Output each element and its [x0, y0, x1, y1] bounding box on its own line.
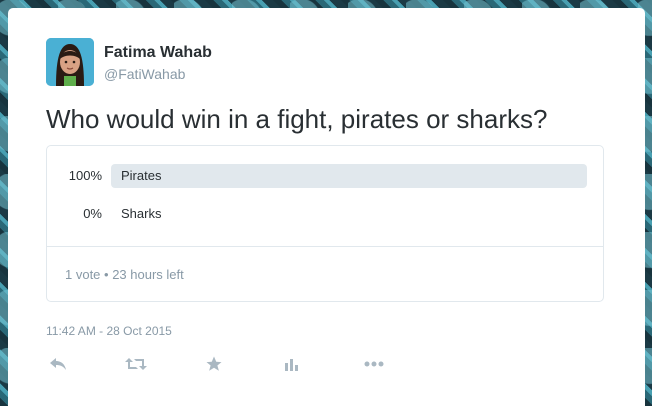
more-icon	[364, 361, 384, 367]
poll-choice-label: Sharks	[121, 206, 162, 221]
analytics-button[interactable]	[280, 352, 304, 376]
user-name[interactable]: Fatima Wahab	[104, 44, 212, 62]
reply-icon	[50, 358, 66, 370]
tweet-text: Who would win in a fight, pirates or sha…	[46, 104, 548, 134]
poll-choice: 100% Pirates	[47, 164, 605, 188]
reply-button[interactable]	[46, 352, 70, 376]
retweet-icon	[125, 358, 147, 370]
poll-choice-label: Pirates	[121, 168, 162, 183]
more-button[interactable]	[362, 352, 386, 376]
retweet-button[interactable]	[124, 352, 148, 376]
poll-divider	[47, 246, 603, 247]
poll-choice-bar	[111, 164, 587, 188]
poll-choice: 0% Sharks	[47, 202, 605, 226]
tweet-card: Fatima Wahab @FatiWahab Who would win in…	[8, 8, 645, 406]
poll-meta: 1 vote • 23 hours left	[65, 267, 184, 282]
tweet-actions	[46, 352, 466, 376]
avatar[interactable]	[46, 38, 94, 86]
tweet-timestamp[interactable]: 11:42 AM - 28 Oct 2015	[46, 324, 172, 338]
avatar-woman-icon	[46, 38, 94, 86]
favorite-star-icon	[206, 356, 222, 371]
poll-choice-percent: 0%	[83, 206, 102, 221]
analytics-icon	[285, 359, 298, 371]
favorite-button[interactable]	[202, 352, 226, 376]
poll-card: 100% Pirates 0% Sharks 1 vote • 23 hours…	[46, 145, 604, 302]
poll-choice-percent: 100%	[68, 168, 102, 183]
user-handle[interactable]: @FatiWahab	[104, 66, 185, 82]
